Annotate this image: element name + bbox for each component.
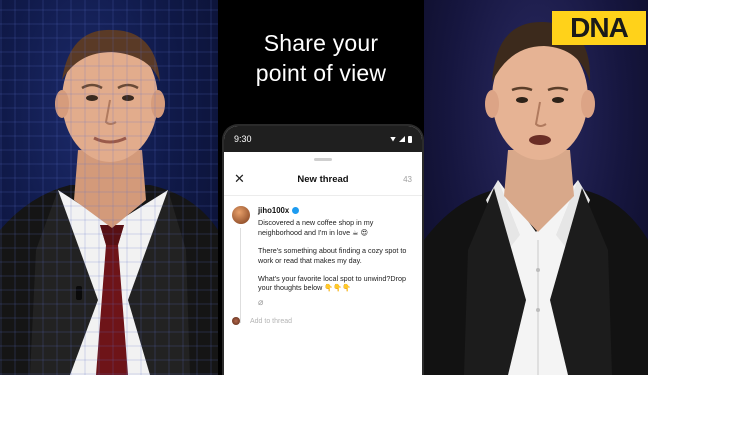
headline-line-2: point of view: [255, 60, 387, 86]
right-portrait-photo: DNA: [424, 0, 648, 375]
post-paragraph-2: There's something about finding a cozy s…: [258, 246, 407, 265]
status-time: 9:30: [234, 134, 252, 144]
char-count: 43: [403, 174, 412, 184]
battery-icon: [408, 135, 412, 143]
post-username: jiho100x: [258, 206, 290, 215]
right-person-figure: [424, 21, 648, 375]
post-body[interactable]: jiho100x Discovered a new coffee shop in…: [258, 206, 414, 307]
photo-background: [0, 0, 218, 375]
post-paragraph-1: Discovered a new coffee shop in my neigh…: [258, 218, 374, 237]
wifi-icon: [390, 136, 396, 142]
signal-icon: [399, 136, 405, 142]
dna-logo: DNA: [552, 11, 646, 45]
thread-connector-line: [240, 228, 241, 323]
avatar[interactable]: [232, 206, 250, 224]
promo-headline: Share your point of view: [218, 28, 424, 88]
verified-badge-icon: [292, 207, 300, 215]
image-collage: Share your point of view 9:30 ✕ New thre…: [0, 0, 648, 375]
post-paragraph-3: What's your favorite local spot to unwin…: [258, 274, 406, 293]
new-thread-header: ✕ New thread 43: [224, 161, 422, 196]
thread-post: jiho100x Discovered a new coffee shop in…: [224, 196, 422, 323]
paperclip-icon[interactable]: ⌀: [258, 297, 414, 307]
mini-avatar: [232, 317, 240, 326]
phone-status-bar: 9:30: [224, 126, 422, 152]
left-portrait-photo: [0, 0, 218, 375]
add-to-thread-row[interactable]: Add to thread: [224, 307, 422, 326]
status-icons: [390, 135, 412, 143]
post-username-row: jiho100x: [258, 206, 414, 215]
close-icon[interactable]: ✕: [234, 171, 254, 187]
threads-promo-panel: Share your point of view 9:30 ✕ New thre…: [218, 0, 424, 375]
headline-line-1: Share your: [263, 30, 379, 56]
sheet-title: New thread: [297, 173, 349, 185]
phone-mockup: 9:30 ✕ New thread 43 jiho100x Discovered…: [224, 126, 422, 375]
add-to-thread-label: Add to thread: [250, 317, 293, 325]
